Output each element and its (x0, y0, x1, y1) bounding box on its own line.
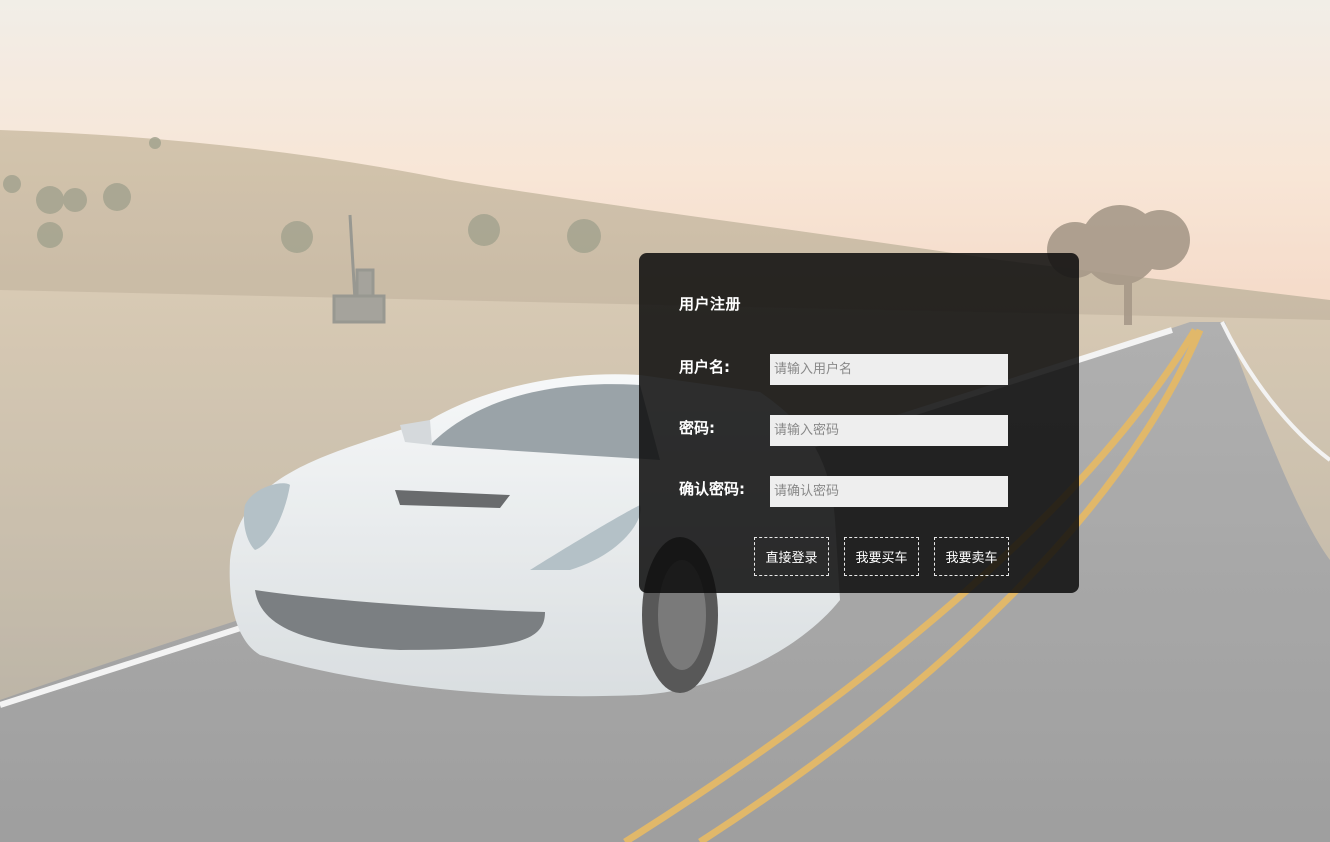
direct-login-button[interactable]: 直接登录 (754, 537, 829, 576)
password-input[interactable] (770, 415, 1008, 446)
confirm-password-input[interactable] (770, 476, 1008, 507)
confirm-password-label: 确认密码: (679, 480, 745, 498)
password-label: 密码: (679, 419, 715, 437)
form-title: 用户注册 (679, 295, 742, 313)
background-scene: 用户注册 用户名: 密码: 确认密码: 直接登录 我要买车 我要卖车 (0, 0, 1330, 842)
register-panel: 用户注册 用户名: 密码: 确认密码: 直接登录 我要买车 我要卖车 (639, 253, 1079, 593)
sell-car-button[interactable]: 我要卖车 (934, 537, 1009, 576)
username-label: 用户名: (679, 358, 730, 376)
username-input[interactable] (770, 354, 1008, 385)
buy-car-button[interactable]: 我要买车 (844, 537, 919, 576)
